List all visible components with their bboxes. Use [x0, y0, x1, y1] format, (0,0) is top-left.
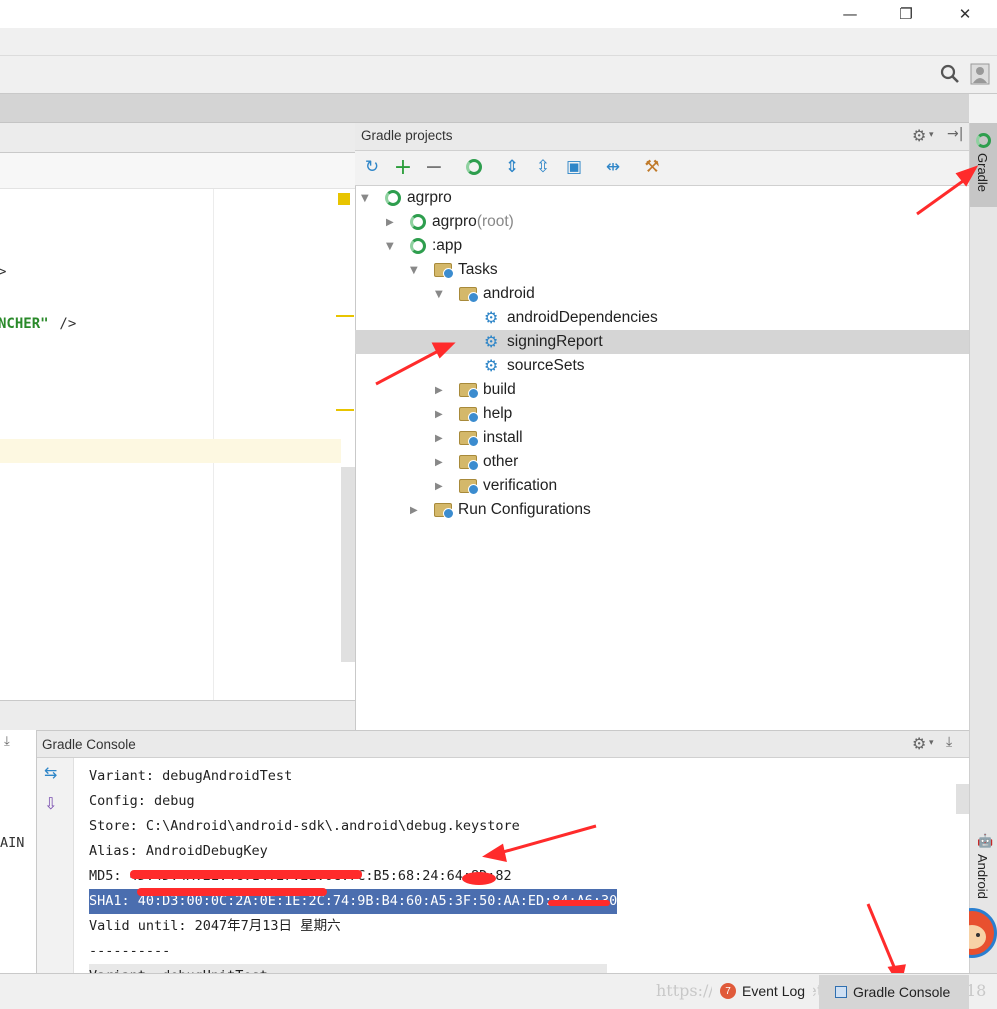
event-log-label: Event Log: [742, 983, 806, 999]
event-log-button[interactable]: 7 Event Log: [712, 978, 814, 1004]
annotation-arrows: [375, 165, 979, 988]
status-bar: https://blog.csdn.net/ 18 7 Event Log Gr…: [0, 973, 997, 1009]
event-log-badge: 7: [720, 983, 736, 999]
console-icon: [835, 986, 847, 998]
gradle-console-label: Gradle Console: [853, 984, 951, 1000]
gradle-console-button[interactable]: Gradle Console: [819, 975, 969, 1009]
watermark-text: 18: [966, 981, 987, 1000]
